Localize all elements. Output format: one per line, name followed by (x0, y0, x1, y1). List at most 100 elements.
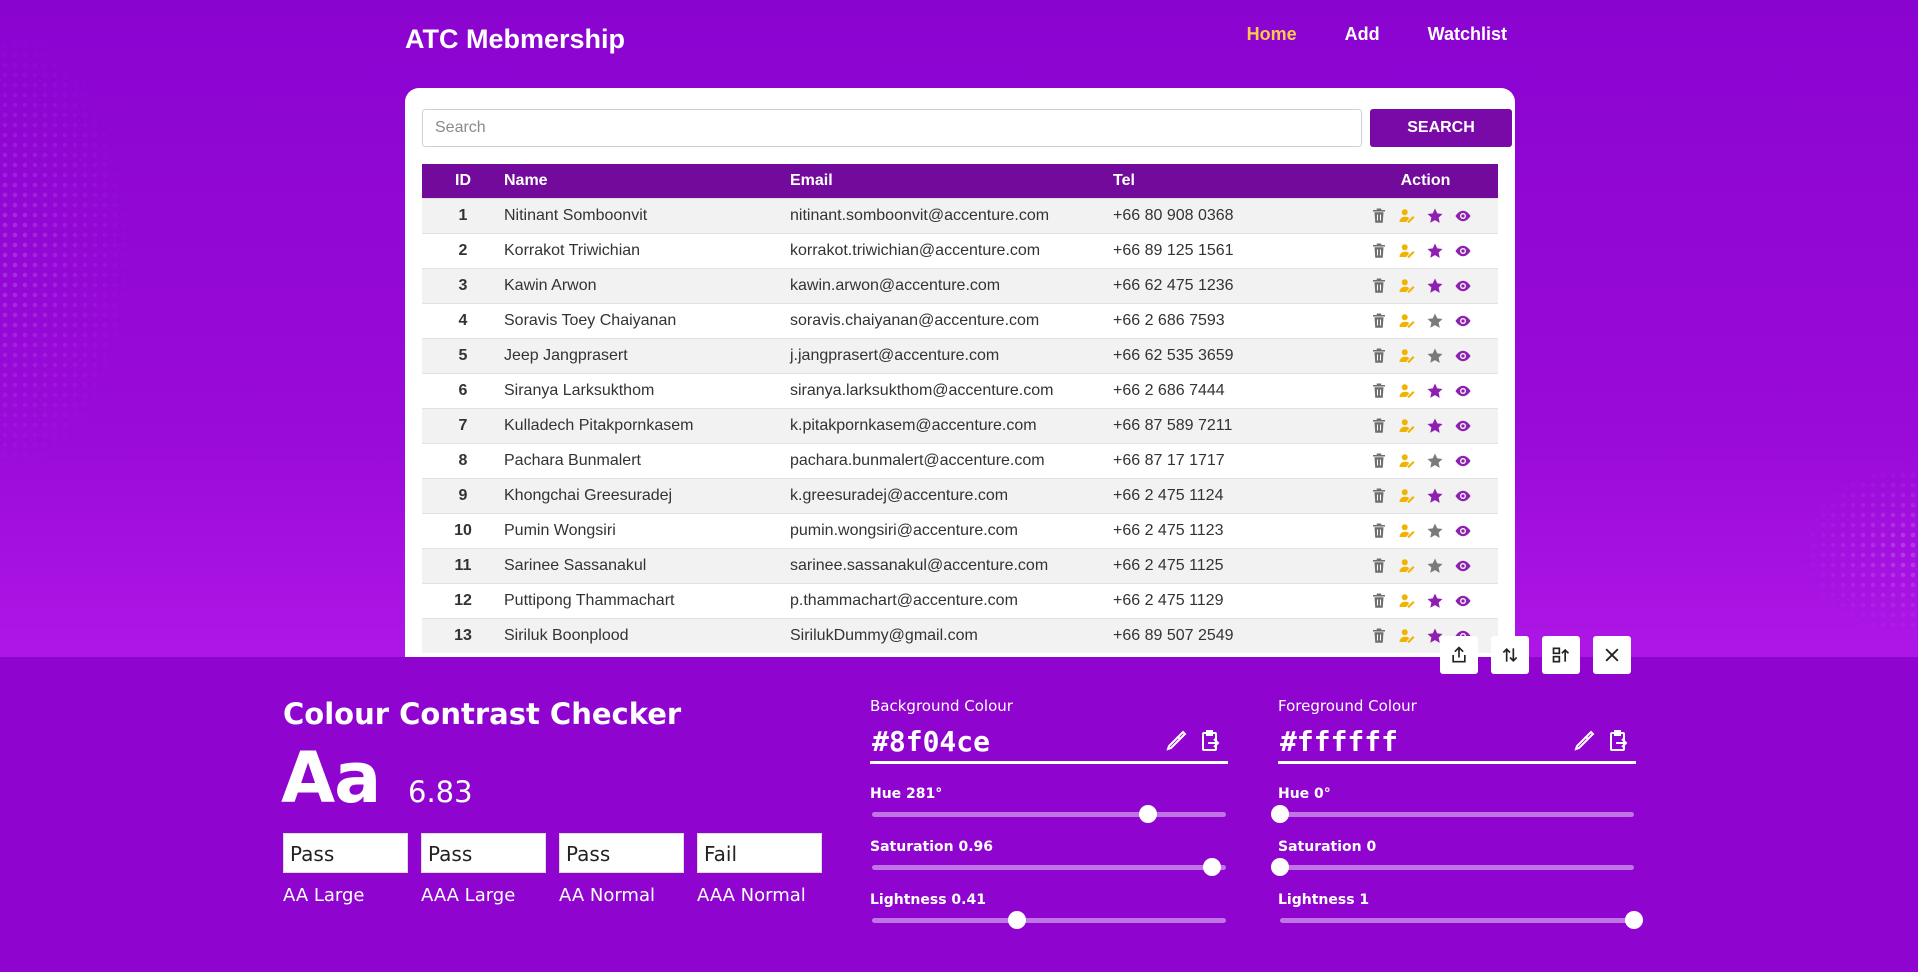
hue-thumb[interactable] (1271, 805, 1289, 823)
header-name: Name (504, 171, 548, 189)
background-saturation-slider: Saturation 0.96 (870, 839, 1228, 876)
saturation-thumb[interactable] (1271, 858, 1289, 876)
user-edit-icon[interactable] (1398, 382, 1416, 400)
trash-icon[interactable] (1370, 242, 1388, 260)
eyedropper-icon[interactable] (1164, 729, 1188, 753)
user-edit-icon[interactable] (1398, 312, 1416, 330)
cell-email: sarinee.sassanakul@accenture.com (790, 547, 1113, 583)
user-edit-icon[interactable] (1398, 452, 1416, 470)
trash-icon[interactable] (1370, 522, 1388, 540)
paste-icon[interactable] (1606, 729, 1630, 753)
star-icon[interactable] (1426, 277, 1444, 295)
user-edit-icon[interactable] (1398, 347, 1416, 365)
user-edit-icon[interactable] (1398, 207, 1416, 225)
eye-icon[interactable] (1454, 382, 1472, 400)
user-edit-icon[interactable] (1398, 277, 1416, 295)
close-button[interactable] (1593, 636, 1631, 674)
cell-id: 1 (422, 197, 504, 233)
lightness-thumb[interactable] (1625, 911, 1643, 929)
foreground-hex-value[interactable]: #ffffff (1278, 725, 1572, 758)
trash-icon[interactable] (1370, 592, 1388, 610)
trash-icon[interactable] (1370, 452, 1388, 470)
cell-name: Pumin Wongsiri (504, 512, 790, 548)
saturation-track[interactable] (872, 858, 1226, 876)
hue-track[interactable] (1271, 805, 1634, 823)
hue-thumb[interactable] (1139, 805, 1158, 823)
background-dots-right (1718, 470, 1918, 670)
star-icon[interactable] (1426, 312, 1444, 330)
paste-icon[interactable] (1198, 729, 1222, 753)
nav-add[interactable]: Add (1345, 24, 1380, 45)
background-hex-field[interactable]: #8f04ce (870, 721, 1228, 764)
user-edit-icon[interactable] (1398, 522, 1416, 540)
eye-icon[interactable] (1454, 312, 1472, 330)
eye-icon[interactable] (1454, 592, 1472, 610)
trash-icon[interactable] (1370, 627, 1388, 645)
eye-icon[interactable] (1454, 487, 1472, 505)
star-icon[interactable] (1426, 242, 1444, 260)
trash-icon[interactable] (1370, 417, 1388, 435)
share-button[interactable] (1440, 636, 1478, 674)
eyedropper-icon[interactable] (1572, 729, 1596, 753)
eye-icon[interactable] (1454, 557, 1472, 575)
user-edit-icon[interactable] (1398, 417, 1416, 435)
cell-tel: +66 89 125 1561 (1113, 232, 1353, 268)
lightness-track[interactable] (1280, 911, 1643, 929)
star-icon[interactable] (1426, 452, 1444, 470)
eye-icon[interactable] (1454, 277, 1472, 295)
eye-icon[interactable] (1454, 417, 1472, 435)
cell-action (1353, 337, 1498, 373)
eye-icon[interactable] (1454, 522, 1472, 540)
star-icon[interactable] (1426, 347, 1444, 365)
star-icon[interactable] (1426, 557, 1444, 575)
cell-id: 3 (422, 267, 504, 303)
saturation-thumb[interactable] (1202, 858, 1221, 876)
trash-icon[interactable] (1370, 382, 1388, 400)
background-dots-left (0, 30, 260, 590)
search-button[interactable]: SEARCH (1370, 109, 1512, 147)
brand-title[interactable]: ATC Mebmership (405, 24, 625, 55)
star-icon[interactable] (1426, 522, 1444, 540)
star-icon[interactable] (1426, 592, 1444, 610)
user-edit-icon[interactable] (1398, 242, 1416, 260)
eye-icon[interactable] (1454, 207, 1472, 225)
star-icon[interactable] (1426, 487, 1444, 505)
search-bar: SEARCH (422, 109, 1512, 147)
user-edit-icon[interactable] (1398, 592, 1416, 610)
foreground-saturation-label: Saturation 0 (1278, 839, 1377, 855)
nav-home[interactable]: Home (1247, 24, 1297, 45)
user-edit-icon[interactable] (1398, 627, 1416, 645)
foreground-hex-field[interactable]: #ffffff (1278, 721, 1636, 764)
trash-icon[interactable] (1370, 347, 1388, 365)
lightness-track[interactable] (872, 911, 1226, 929)
hue-track[interactable] (872, 805, 1226, 823)
user-edit-icon[interactable] (1398, 557, 1416, 575)
eye-icon[interactable] (1454, 347, 1472, 365)
export-button[interactable] (1542, 636, 1580, 674)
trash-icon[interactable] (1370, 207, 1388, 225)
eye-icon[interactable] (1454, 452, 1472, 470)
trash-icon[interactable] (1370, 487, 1388, 505)
background-hex-value[interactable]: #8f04ce (870, 725, 1164, 758)
cell-id: 10 (422, 512, 504, 548)
contrast-ratio: 6.83 (408, 775, 473, 809)
eye-icon[interactable] (1454, 242, 1472, 260)
cell-tel: +66 2 475 1125 (1113, 547, 1353, 583)
cell-tel: +66 2 686 7593 (1113, 302, 1353, 338)
result-status: Pass (559, 833, 684, 873)
lightness-thumb[interactable] (1008, 911, 1027, 929)
swap-button[interactable] (1491, 636, 1529, 674)
trash-icon[interactable] (1370, 312, 1388, 330)
trash-icon[interactable] (1370, 277, 1388, 295)
user-edit-icon[interactable] (1398, 487, 1416, 505)
star-icon[interactable] (1426, 417, 1444, 435)
saturation-track[interactable] (1271, 858, 1634, 876)
trash-icon[interactable] (1370, 557, 1388, 575)
cell-action (1353, 302, 1498, 338)
star-icon[interactable] (1426, 207, 1444, 225)
cell-tel: +66 62 475 1236 (1113, 267, 1353, 303)
nav-watchlist[interactable]: Watchlist (1428, 24, 1507, 45)
cell-id: 7 (422, 407, 504, 443)
search-input[interactable] (422, 109, 1362, 147)
star-icon[interactable] (1426, 382, 1444, 400)
